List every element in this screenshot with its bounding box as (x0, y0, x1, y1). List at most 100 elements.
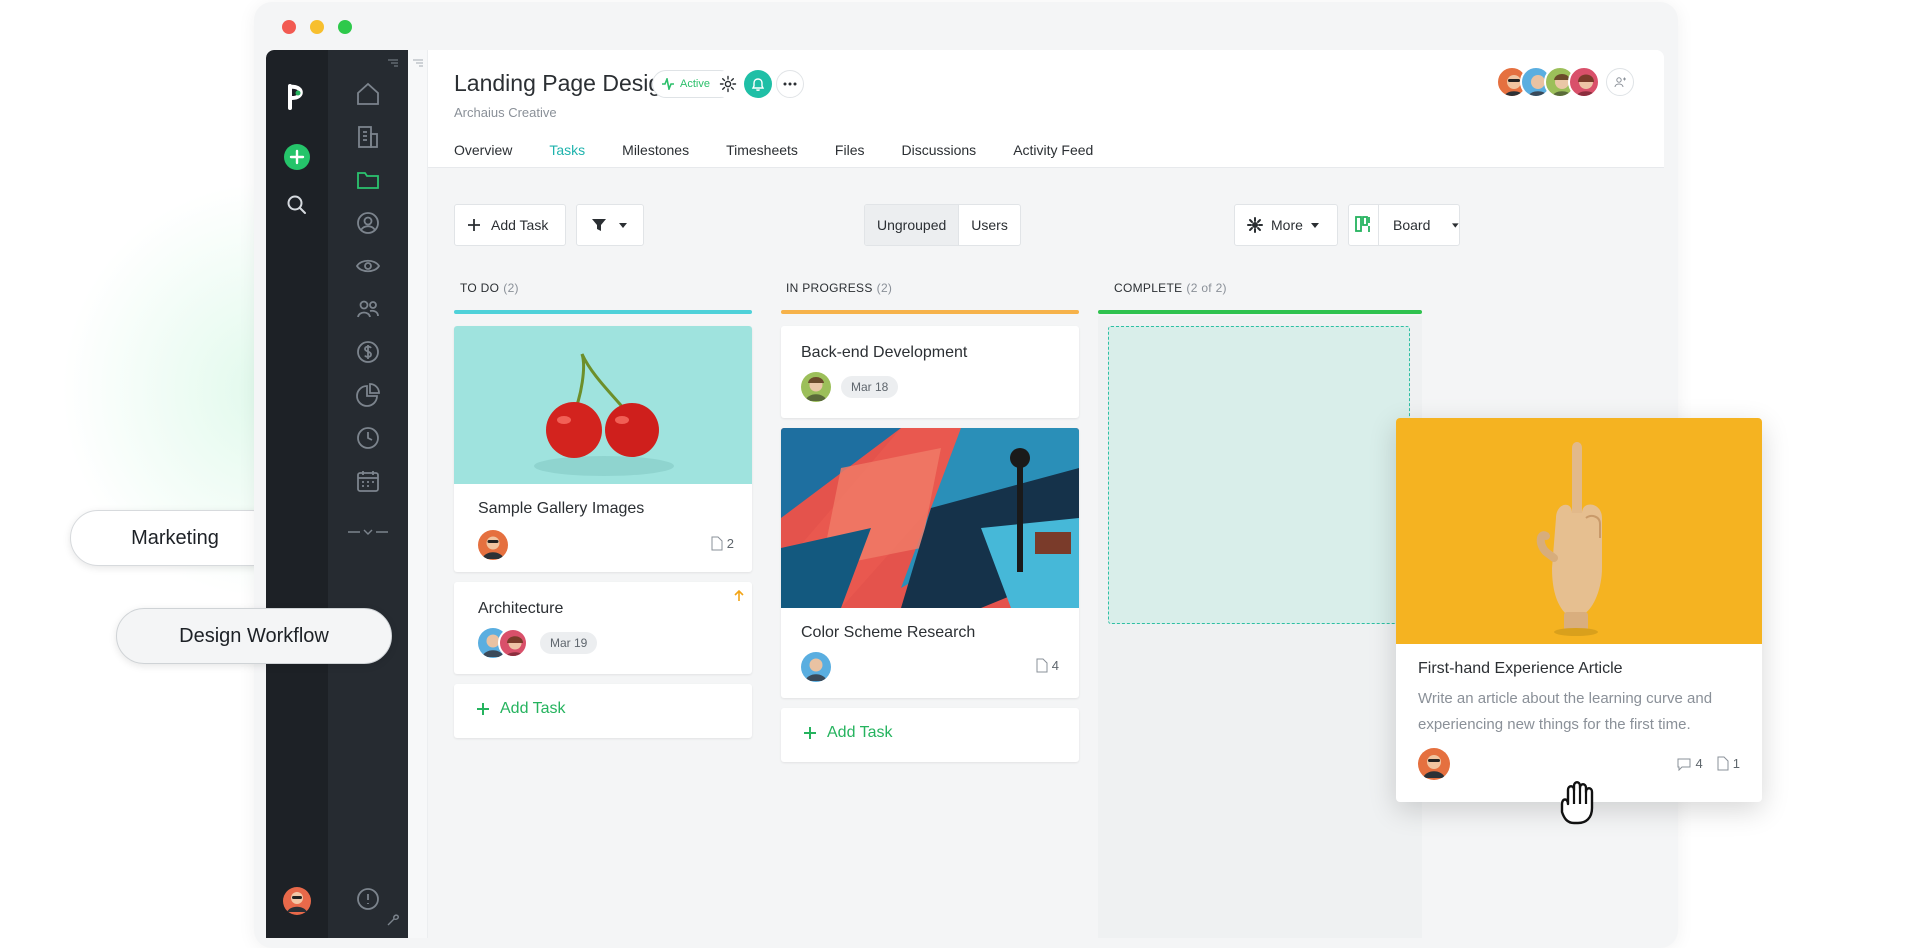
drop-target-placeholder (1108, 326, 1410, 624)
tab-overview[interactable]: Overview (454, 142, 512, 170)
company-icon[interactable] (328, 122, 408, 152)
project-title: Landing Page Design (454, 70, 674, 96)
grab-hand-cursor-icon (1552, 776, 1600, 831)
time-clock-icon[interactable] (328, 423, 408, 453)
task-card-architecture[interactable]: Architecture Mar 19 (454, 582, 752, 674)
search-icon (287, 195, 306, 214)
filter-dropdown[interactable] (576, 204, 644, 246)
projects-folder-icon[interactable] (328, 165, 408, 195)
collapse-nav-icon[interactable] (386, 56, 400, 74)
settings-wrench-icon[interactable] (386, 913, 400, 932)
chevron-down-icon (1452, 222, 1459, 228)
attachments-count: 2 (711, 536, 734, 551)
task-card-backend[interactable]: Back-end Development Mar 18 (781, 326, 1079, 418)
assignee-avatar[interactable] (478, 530, 508, 560)
assignee-avatar[interactable] (801, 652, 831, 682)
attachments-count: 4 (1036, 658, 1059, 673)
window-maximize-button[interactable] (338, 20, 352, 34)
task-title: Architecture (478, 600, 564, 617)
project-tabs: Overview Tasks Milestones Timesheets Fil… (454, 142, 1130, 170)
bell-icon (751, 78, 765, 91)
task-title: First-hand Experience Article (1418, 660, 1623, 677)
plus-icon (468, 219, 480, 231)
add-member-button[interactable] (1606, 68, 1634, 96)
file-icon (1717, 756, 1729, 771)
board-view-icon[interactable] (1349, 205, 1380, 245)
dragged-task-card-article[interactable]: First-hand Experience Article Write an a… (1396, 418, 1762, 802)
filter-funnel-icon (592, 219, 606, 231)
contacts-icon[interactable] (328, 208, 408, 238)
project-settings-button[interactable] (714, 70, 742, 98)
window-minimize-button[interactable] (310, 20, 324, 34)
group-ungrouped-button[interactable]: Ungrouped (865, 205, 960, 245)
add-task-link[interactable]: Add Task (803, 724, 893, 742)
home-icon[interactable] (328, 79, 408, 109)
comment-icon (1677, 758, 1691, 771)
task-card-color-scheme[interactable]: Color Scheme Research 4 (781, 428, 1079, 698)
design-workflow-label: Design Workflow (116, 608, 392, 664)
status-label: Active (680, 78, 710, 90)
tab-timesheets[interactable]: Timesheets (726, 142, 798, 170)
chevron-down-icon (619, 222, 627, 228)
due-date: Mar 19 (540, 632, 598, 654)
tab-tasks[interactable]: Tasks (547, 142, 587, 170)
team-icon[interactable] (328, 294, 408, 324)
plus-icon (804, 727, 816, 739)
group-users-button[interactable]: Users (959, 205, 1020, 245)
cherries-image (454, 326, 752, 484)
add-task-card-todo[interactable]: Add Task (454, 684, 752, 738)
view-switcher[interactable]: Board (1348, 204, 1460, 246)
assignee-avatar[interactable] (1418, 748, 1450, 780)
notifications-button[interactable] (744, 70, 772, 98)
column-inprogress-title: IN PROGRESS (2) (786, 281, 893, 295)
column-todo-title: TO DO (2) (460, 281, 519, 295)
gear-icon (719, 75, 737, 93)
task-counters: 4 1 (1676, 756, 1740, 771)
add-task-card-inprogress[interactable]: Add Task (781, 708, 1079, 762)
activity-pulse-icon (662, 78, 674, 90)
task-description: Write an article about the learning curv… (1418, 690, 1713, 733)
task-card-gallery[interactable]: Sample Gallery Images 2 (454, 326, 752, 572)
wooden-hand-image (1396, 418, 1762, 644)
assignee-avatar[interactable] (498, 628, 528, 658)
project-client[interactable]: Archaius Creative (454, 105, 557, 120)
column-todo-bar (454, 310, 752, 314)
more-menu-button[interactable]: More (1234, 204, 1338, 246)
reports-pie-icon[interactable] (328, 380, 408, 410)
more-options-button[interactable] (776, 70, 804, 98)
task-title: Color Scheme Research (801, 624, 976, 641)
column-complete-bar (1098, 310, 1422, 314)
views-eye-icon[interactable] (328, 251, 408, 281)
help-info-icon[interactable] (328, 884, 408, 914)
assignee-avatar[interactable] (801, 372, 831, 402)
expand-panel-icon[interactable] (411, 56, 425, 74)
plus-icon (477, 703, 489, 715)
add-task-link[interactable]: Add Task (476, 700, 566, 718)
plus-circle-icon (284, 144, 310, 170)
tab-files[interactable]: Files (835, 142, 865, 170)
add-user-icon (1614, 77, 1626, 88)
tab-milestones[interactable]: Milestones (622, 142, 689, 170)
column-complete-title: COMPLETE (2 of 2) (1114, 281, 1227, 295)
window-close-button[interactable] (282, 20, 296, 34)
column-inprogress-bar (781, 310, 1079, 314)
add-task-button[interactable]: Add Task (454, 204, 566, 246)
tab-activity-feed[interactable]: Activity Feed (1013, 142, 1093, 170)
calendar-icon[interactable] (328, 466, 408, 496)
user-avatar[interactable] (266, 886, 328, 916)
tab-discussions[interactable]: Discussions (901, 142, 976, 170)
task-title: Back-end Development (801, 344, 968, 361)
view-label: Board (1393, 217, 1431, 233)
abstract-mural-image (781, 428, 1079, 608)
billing-dollar-icon[interactable] (328, 337, 408, 367)
gear-icon (1247, 217, 1263, 233)
avatar-icon (283, 887, 311, 915)
search-button[interactable] (266, 194, 328, 216)
create-button[interactable] (266, 143, 328, 171)
secondary-nav (328, 50, 408, 938)
logo-icon[interactable] (266, 82, 328, 110)
file-icon (711, 536, 723, 551)
member-avatar[interactable] (1568, 66, 1600, 98)
task-title: Sample Gallery Images (478, 500, 645, 517)
more-nav-chevron-icon[interactable] (328, 517, 408, 547)
